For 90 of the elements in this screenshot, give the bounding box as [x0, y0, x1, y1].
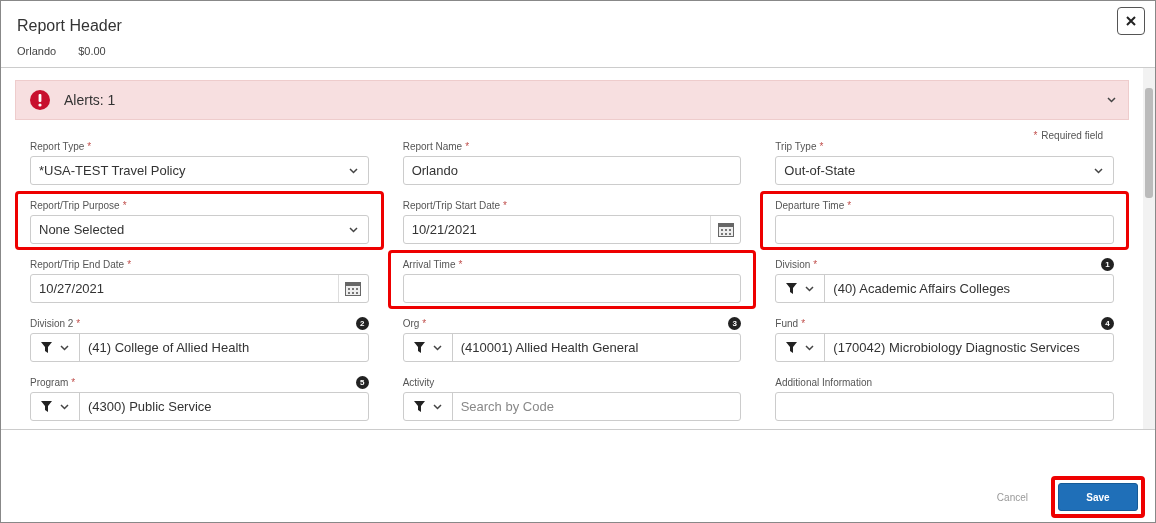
required-mark: *: [122, 199, 127, 211]
calendar-icon[interactable]: [345, 281, 362, 296]
field-label: Fund: [775, 317, 799, 329]
date-field[interactable]: 10/27/2021: [30, 274, 369, 303]
filter-icon: [786, 283, 798, 294]
filter-icon: [41, 401, 52, 412]
calendar-icon[interactable]: [717, 222, 734, 237]
close-button[interactable]: [1117, 7, 1145, 35]
count-badge: 3: [728, 316, 742, 330]
lookup-field[interactable]: (4300) Public Service: [30, 392, 369, 421]
chevron-down-icon: [805, 285, 815, 292]
alerts-label: Alerts: 1: [64, 92, 117, 108]
alert-icon: [30, 90, 50, 110]
field-value: Orlando: [410, 163, 459, 178]
required-mark: *: [819, 140, 824, 152]
scrollbar[interactable]: [1143, 68, 1155, 429]
count-badge: 4: [1101, 316, 1114, 330]
filter-icon: [413, 342, 425, 353]
chevron-down-icon: [348, 226, 358, 233]
field-label: Report/Trip Purpose: [30, 199, 120, 211]
field-label: Arrival Time: [402, 258, 456, 270]
required-mark: *: [847, 199, 852, 211]
required-mark: *: [813, 258, 818, 270]
chevron-down-icon: [60, 344, 69, 351]
report-summary-text: $0.00: [78, 45, 106, 57]
field-label: Departure Time: [775, 199, 845, 211]
required-note: Required field: [1041, 130, 1103, 142]
close-icon: [1126, 16, 1136, 26]
chevron-down-icon: [348, 167, 358, 174]
required-mark: *: [87, 140, 92, 152]
field-value: (410001) Allied Health General: [459, 340, 640, 355]
chevron-down-icon[interactable]: [1107, 97, 1116, 103]
required-mark: *: [503, 199, 507, 211]
lookup-field[interactable]: (41) College of Allied Health: [30, 333, 369, 362]
dropdown-field[interactable]: *USA-TEST Travel Policy: [30, 156, 369, 185]
count-badge: 1: [1101, 257, 1114, 271]
lookup-field[interactable]: Search by Code: [402, 392, 742, 421]
filter-icon: [41, 342, 52, 353]
filter-icon: [413, 401, 425, 412]
required-mark: *: [1033, 130, 1038, 142]
field-label: Trip Type: [775, 140, 817, 152]
field-value: (40) Academic Affairs Colleges: [832, 281, 1012, 296]
field-value: (4300) Public Service: [87, 399, 213, 414]
date-field[interactable]: 10/21/2021: [402, 215, 742, 244]
required-mark: *: [465, 140, 470, 152]
chevron-down-icon: [432, 403, 442, 410]
save-button[interactable]: Save: [1058, 483, 1138, 511]
chevron-down-icon: [432, 344, 442, 351]
text-field[interactable]: [402, 274, 742, 303]
text-field[interactable]: [775, 392, 1114, 421]
count-badge: 2: [355, 316, 369, 330]
field-label: Division: [775, 258, 811, 270]
field-label: Activity: [402, 376, 435, 388]
required-mark: *: [801, 317, 806, 329]
chevron-down-icon: [60, 403, 69, 410]
field-placeholder: Search by Code: [459, 399, 555, 414]
dialog-title: Report Header: [17, 17, 122, 35]
field-value: None Selected: [38, 222, 126, 237]
filter-icon: [786, 342, 798, 353]
field-label: Report/Trip Start Date: [402, 199, 501, 211]
required-mark: *: [71, 376, 76, 388]
lookup-field[interactable]: (40) Academic Affairs Colleges: [775, 274, 1114, 303]
text-field[interactable]: [775, 215, 1114, 244]
field-value: (41) College of Allied Health: [87, 340, 251, 355]
required-mark: *: [127, 258, 132, 270]
chevron-down-icon: [805, 344, 815, 351]
report-summary-text: Orlando: [17, 45, 57, 57]
lookup-field[interactable]: (410001) Allied Health General: [402, 333, 742, 362]
field-label: Additional Information: [775, 376, 873, 388]
required-mark: *: [76, 317, 81, 329]
field-label: Report/Trip End Date: [30, 258, 125, 270]
field-label: Program: [30, 376, 69, 388]
alerts-bar[interactable]: Alerts: 1: [15, 80, 1129, 120]
field-label: Division 2: [30, 317, 74, 329]
lookup-field[interactable]: (170042) Microbiology Diagnostic Services: [775, 333, 1114, 362]
field-value: *USA-TEST Travel Policy: [38, 163, 187, 178]
chevron-down-icon: [1094, 167, 1103, 174]
text-field[interactable]: Orlando: [402, 156, 742, 185]
field-value: (170042) Microbiology Diagnostic Services: [832, 340, 1081, 355]
field-value: 10/27/2021: [38, 281, 106, 296]
dropdown-field[interactable]: Out-of-State: [775, 156, 1114, 185]
count-badge: 5: [355, 375, 369, 389]
field-label: Report Name: [402, 140, 463, 152]
required-mark: *: [458, 258, 463, 270]
field-value: 10/21/2021: [410, 222, 478, 237]
required-mark: *: [422, 317, 427, 329]
field-value: Out-of-State: [783, 163, 857, 178]
field-label: Report Type: [30, 140, 85, 152]
dropdown-field[interactable]: None Selected: [30, 215, 369, 244]
field-label: Org: [402, 317, 420, 329]
